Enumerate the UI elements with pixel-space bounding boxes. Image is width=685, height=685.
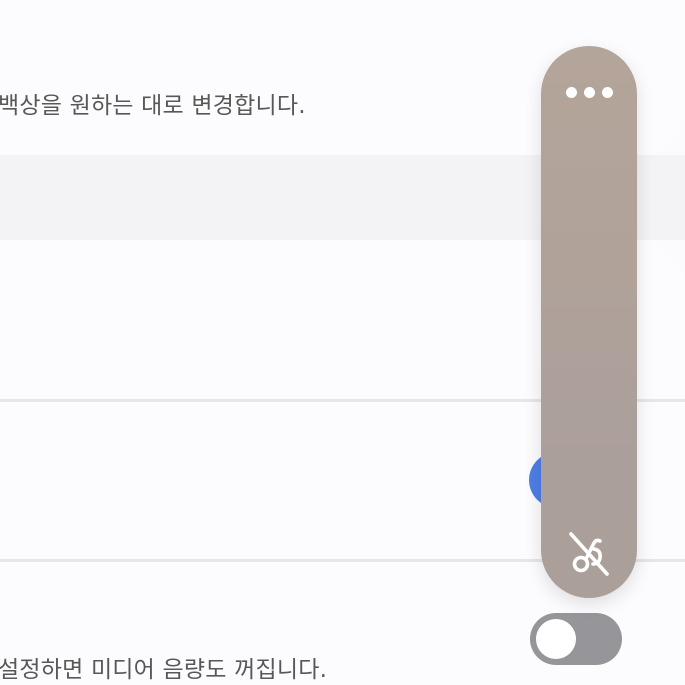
more-dot	[583, 86, 595, 98]
mute-toggle-button[interactable]	[563, 528, 615, 580]
setting-description-top: 백상을 원하는 대로 변경합니다.	[0, 93, 306, 119]
more-horizontal-icon	[565, 86, 577, 98]
setting-description-bottom: 설정하면 미디어 음량도 꺼집니다.	[0, 657, 328, 683]
vibrate-off-icon	[569, 532, 609, 576]
more-dot	[601, 86, 613, 98]
more-options-button[interactable]	[563, 76, 615, 108]
toggle-knob	[536, 619, 576, 659]
setting-toggle-off[interactable]	[530, 613, 622, 665]
volume-panel[interactable]	[541, 46, 637, 598]
